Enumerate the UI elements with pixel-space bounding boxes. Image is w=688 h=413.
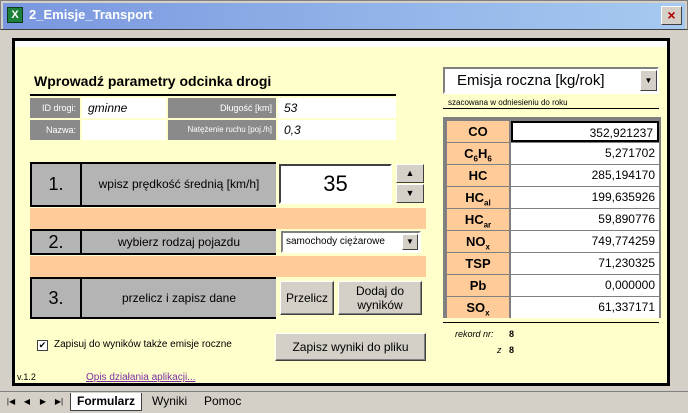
save-annual-checkbox[interactable]: ✔ [37,340,48,351]
version-label: v.1.2 [17,372,36,382]
prev-sheet-icon[interactable]: ◀ [20,396,34,408]
tab-wyniki[interactable]: Wyniki [146,393,193,411]
first-sheet-icon[interactable]: |◀ [4,396,18,408]
pollutant-value: 352,921237 [511,121,659,142]
form-heading: Wprowadź parametry odcinka drogi [34,73,272,89]
sheet-tab-bar: |◀ ◀ ▶ ▶| Formularz Wyniki Pomoc [0,391,688,413]
tab-formularz[interactable]: Formularz [70,393,143,411]
step-2-label: wybierz rodzaj pojazdu [82,229,276,255]
speed-input[interactable]: 35 [279,164,392,204]
form-top-strip [15,41,667,47]
pollutant-name: HC [447,165,509,186]
tab-pomoc[interactable]: Pomoc [198,393,247,411]
speed-up-button[interactable]: ▲ [396,164,424,183]
record-number-value: 8 [509,329,515,339]
window-title: 2_Emisje_Transport [29,7,153,22]
pollutant-name: HCal [447,187,509,208]
pollutant-name: CO [447,121,509,142]
pollutant-value: 749,774259 [511,231,659,252]
save-to-file-button[interactable]: Zapisz wyniki do pliku [275,333,426,361]
traffic-field[interactable]: 0,3 [278,120,396,140]
step-2-number: 2. [30,229,82,255]
calculate-button[interactable]: Przelicz [280,281,334,315]
emission-title: Emisja roczna [kg/rok] [457,72,605,89]
pollutant-name: NOx [447,231,509,252]
record-total-label: z [497,345,502,355]
save-annual-label: Zapisuj do wyników także emisje roczne [54,339,232,350]
pollutant-value: 61,337171 [511,297,659,318]
add-to-results-button[interactable]: Dodaj do wyników [338,281,422,315]
spacer-bar-2 [30,256,426,277]
vehicle-select[interactable]: samochody ciężarowe ▼ [281,231,421,253]
step-3-number: 3. [30,277,82,319]
pollutant-value: 285,194170 [511,165,659,186]
record-number-label: rekord nr: [455,329,494,339]
length-field[interactable]: 53 [278,98,396,118]
pollutant-value: 199,635926 [511,187,659,208]
record-total-value: 8 [509,345,515,355]
vehicle-select-value: samochody ciężarowe [286,236,385,247]
pollutant-name: SOx [447,297,509,318]
chevron-down-icon[interactable]: ▼ [640,70,657,91]
pollutant-value: 5,271702 [511,143,659,164]
name-label: Nazwa: [30,120,80,140]
pollutant-value: 71,230325 [511,253,659,274]
pollutant-value: 59,890776 [511,209,659,230]
name-field[interactable] [82,120,166,140]
chevron-down-icon[interactable]: ▼ [402,234,418,250]
id-label: ID drogi: [30,98,80,118]
pollutant-name: C6H6 [447,143,509,164]
step-1-number: 1. [30,162,82,207]
emission-subtitle: szacowana w odniesieniu do roku [448,98,568,107]
speed-down-button[interactable]: ▼ [396,184,424,203]
emission-table: CO 352,921237 C6H6 5,271702 HC 285,19417… [443,117,661,318]
excel-app-icon: X [7,7,23,23]
id-field[interactable]: gminne [82,98,166,118]
pollutant-name: Pb [447,275,509,296]
length-label: Długość [km] [168,98,276,118]
step-3-label: przelicz i zapisz dane [82,277,276,319]
emission-divider [443,108,659,109]
pollutant-value: 0,000000 [511,275,659,296]
pollutant-name: TSP [447,253,509,274]
last-sheet-icon[interactable]: ▶| [52,396,66,408]
next-sheet-icon[interactable]: ▶ [36,396,50,408]
help-link[interactable]: Opis działania aplikacji... [86,372,196,383]
emission-select[interactable]: Emisja roczna [kg/rok] ▼ [443,67,659,94]
close-button[interactable]: × [661,6,682,25]
pollutant-name: HCar [447,209,509,230]
spacer-bar-1 [30,208,426,229]
step-1-label: wpisz prędkość średnią [km/h] [82,162,276,207]
record-divider [443,322,659,323]
title-bar: X 2_Emisje_Transport × [0,0,688,30]
traffic-label: Natężenie ruchu [poj./h] [168,120,276,140]
